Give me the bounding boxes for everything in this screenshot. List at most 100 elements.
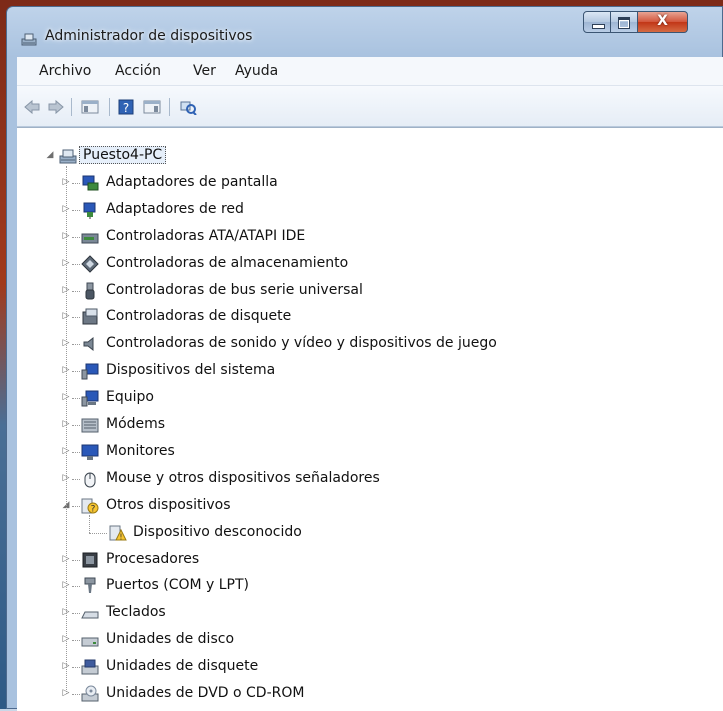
tree-category-label: Puertos (COM y LPT)	[106, 577, 250, 594]
menu-ver[interactable]: Ver	[193, 63, 216, 79]
back-arrow-icon[interactable]	[23, 99, 41, 115]
toolbar-separator	[71, 98, 72, 116]
tree-category-label: Adaptadores de pantalla	[106, 173, 278, 190]
unknown-device-icon: ?	[81, 498, 99, 514]
device-tree: ◢ Puesto4-PC ▷ Adaptadores de pantalla ▷ Adap…	[17, 127, 723, 711]
tree-category-row[interactable]: ▷ Unidades de disquete	[17, 657, 717, 677]
forward-arrow-icon[interactable]	[47, 99, 65, 115]
tree-category-label: Adaptadores de red	[106, 200, 244, 217]
close-icon: X	[657, 13, 668, 29]
ide-controller-icon	[81, 233, 99, 244]
tree-device-row[interactable]: ! Dispositivo desconocido	[17, 514, 717, 543]
title-bar[interactable]: Administrador de dispositivos X	[7, 7, 722, 57]
computer-tree-icon	[59, 149, 77, 164]
tree-connector	[72, 209, 80, 211]
tree-connector	[89, 532, 107, 534]
action-pane-icon[interactable]	[143, 99, 161, 115]
tree-connector	[72, 667, 80, 669]
maximize-button[interactable]	[611, 11, 638, 33]
tree-category-row[interactable]: ◢? Otros dispositivos	[17, 496, 717, 516]
port-icon	[84, 577, 96, 594]
tree-category-row[interactable]: ▷ Procesadores	[17, 550, 717, 570]
svg-text:!: !	[119, 532, 122, 541]
tree-category-label: Procesadores	[106, 550, 200, 567]
tree-connector	[72, 236, 80, 238]
tree-category-row[interactable]: ▷ Unidades de DVD o CD-ROM	[17, 684, 717, 704]
tree-connector	[89, 514, 90, 533]
window-title: Administrador de dispositivos	[45, 28, 253, 44]
tree-category-row[interactable]: ▷ Puertos (COM y LPT)	[17, 576, 717, 596]
console-tree-icon[interactable]	[81, 99, 99, 115]
device-manager-window: Administrador de dispositivos X Archivo …	[6, 6, 723, 711]
tree-category-row[interactable]: ▷ Módems	[17, 415, 717, 435]
floppy-drive-icon	[81, 659, 99, 675]
tree-category-label: Monitores	[106, 442, 175, 459]
tree-category-label: Unidades de disquete	[106, 658, 259, 675]
monitor-icon	[81, 444, 99, 460]
disk-drive-icon	[81, 637, 99, 647]
display-adapter-icon	[82, 175, 99, 191]
tree-category-row[interactable]: ▷ Controladoras de sonido y vídeo y dispo…	[17, 334, 717, 354]
tree-category-label: Teclados	[106, 604, 166, 621]
tree-category-row[interactable]: ▷ Mouse y otros dispositivos señaladores	[17, 469, 717, 489]
tree-category-row[interactable]: ▷ Adaptadores de red	[17, 200, 717, 220]
floppy-controller-icon	[82, 308, 98, 325]
tree-connector	[72, 613, 80, 615]
tree-category-row[interactable]: ▷ Controladoras de bus serie universal	[17, 281, 717, 301]
toolbar-separator	[109, 98, 110, 116]
tree-connector	[72, 182, 80, 184]
usb-icon	[85, 282, 95, 299]
tree-category-label: Controladoras de bus serie universal	[106, 281, 363, 298]
dvd-drive-icon	[81, 685, 99, 702]
menu-bar: Archivo Acción Ver Ayuda	[17, 57, 723, 86]
device-manager-app-icon	[21, 33, 37, 46]
minimize-button[interactable]	[583, 11, 611, 33]
menu-archivo[interactable]: Archivo	[39, 63, 91, 79]
scan-hardware-icon[interactable]	[179, 99, 197, 115]
tree-category-label: Unidades de DVD o CD-ROM	[106, 685, 305, 701]
tree-connector	[72, 317, 80, 319]
tree-connector	[72, 640, 80, 642]
toolbar-separator	[169, 98, 170, 116]
tree-connector	[72, 586, 80, 588]
help-icon[interactable]: ?	[117, 99, 135, 115]
tree-connector	[72, 694, 80, 695]
tree-category-row[interactable]: ▷ Monitores	[17, 442, 717, 462]
tree-category-row[interactable]: ▷ Dispositivos del sistema	[17, 361, 717, 381]
tree-category-row[interactable]: ▷ Unidades de disco	[17, 630, 717, 650]
tree-category-label: Otros dispositivos	[106, 496, 231, 513]
tree-category-row[interactable]: ▷ Teclados	[17, 603, 717, 623]
tree-category-label: Controladoras de disquete	[106, 308, 292, 325]
tree-connector	[72, 559, 80, 561]
tree-root-node[interactable]: ◢ Puesto4-PC	[17, 146, 717, 166]
tree-category-row[interactable]: ▷ Adaptadores de pantalla	[17, 173, 717, 193]
modem-icon	[81, 418, 99, 433]
tree-connector	[72, 505, 80, 507]
expand-root-icon[interactable]: ◢	[45, 150, 55, 160]
menu-ayuda[interactable]: Ayuda	[235, 63, 278, 79]
svg-text:?: ?	[123, 101, 129, 115]
tree-category-label: Módems	[106, 416, 166, 432]
system-device-icon	[81, 363, 99, 380]
toolbar: ?	[17, 86, 723, 127]
network-adapter-icon	[83, 202, 96, 219]
tree-connector	[72, 451, 80, 453]
close-button[interactable]: X	[638, 11, 688, 33]
tree-connector	[72, 398, 80, 400]
tree-connector	[72, 371, 80, 373]
tree-category-label: Equipo	[106, 389, 154, 406]
speaker-icon	[83, 337, 94, 352]
mouse-icon	[84, 472, 96, 488]
warning-device-icon: !	[109, 525, 127, 541]
menu-accion[interactable]: Acción	[115, 63, 161, 79]
tree-category-row[interactable]: ▷ Controladoras de almacenamiento	[17, 254, 717, 274]
tree-category-row[interactable]: ▷ Controladoras de disquete	[17, 307, 717, 327]
tree-root-label: Puesto4-PC	[79, 146, 167, 164]
tree-guide-line	[66, 166, 67, 694]
tree-category-row[interactable]: ▷ Controladoras ATA/ATAPI IDE	[17, 227, 717, 247]
tree-category-row[interactable]: ▷ Equipo	[17, 388, 717, 408]
tree-category-label: Mouse y otros dispositivos señaladores	[106, 469, 380, 486]
keyboard-icon	[81, 611, 99, 619]
tree-device-label: Dispositivo desconocido	[133, 523, 302, 540]
tree-category-label: Controladoras de sonido y vídeo y dispos…	[106, 335, 497, 352]
